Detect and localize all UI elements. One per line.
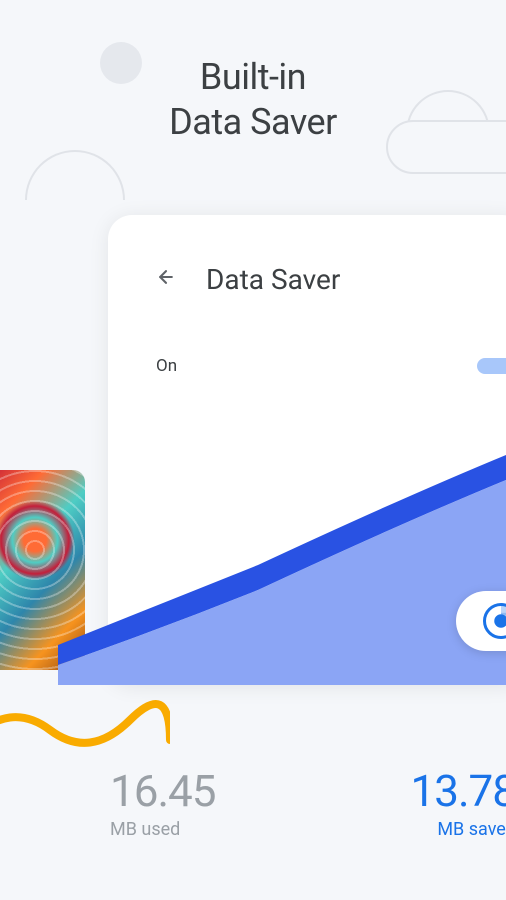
hero-title: Built-in Data Saver <box>0 0 506 145</box>
chart-wave <box>58 445 506 685</box>
used-label: MB used <box>110 819 216 840</box>
stat-mb-used: 16.45 MB used <box>110 765 216 840</box>
hero-title-line2: Data Saver <box>169 101 337 143</box>
stats-container: 16.45 MB used 13.78 MB saved <box>110 765 506 840</box>
hero-title-line1: Built-in <box>200 56 306 98</box>
back-arrow-icon[interactable] <box>156 267 176 292</box>
saved-value: 13.78 <box>410 765 506 817</box>
card-title: Data Saver <box>206 263 340 296</box>
used-value: 16.45 <box>110 765 216 817</box>
toggle-label: On <box>156 356 177 376</box>
card-header: Data Saver <box>156 263 506 296</box>
chrome-icon <box>483 603 506 639</box>
toggle-track <box>477 358 506 374</box>
decorative-cloud-left <box>25 150 125 200</box>
data-saver-card: Data Saver On <box>108 215 506 685</box>
stat-mb-saved: 13.78 MB saved <box>410 765 506 840</box>
data-saver-toggle[interactable] <box>477 356 506 376</box>
saved-label: MB saved <box>410 819 506 840</box>
toggle-row: On <box>156 356 506 376</box>
